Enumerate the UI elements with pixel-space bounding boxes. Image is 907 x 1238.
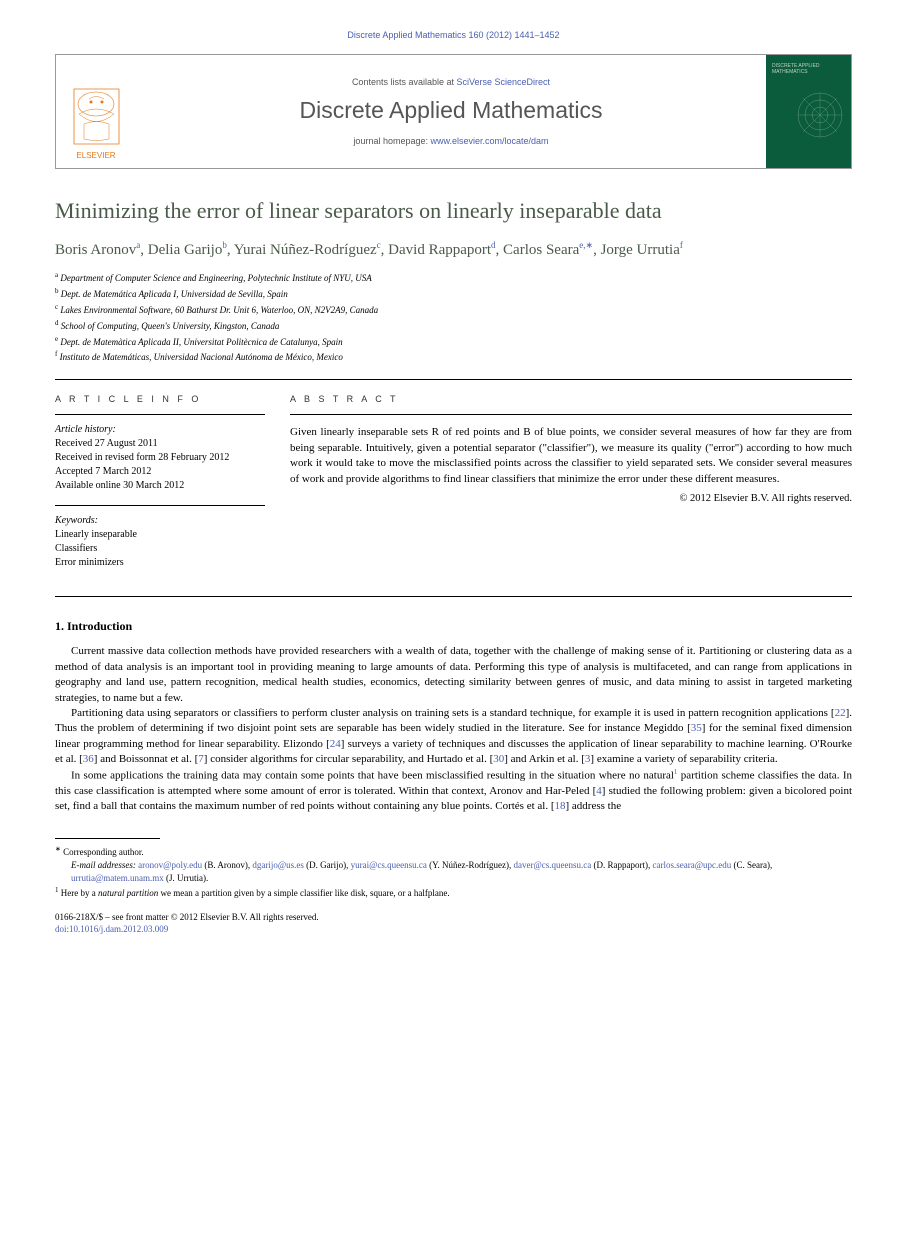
journal-cover: DISCRETE APPLIED MATHEMATICS [766,55,851,168]
ref-30[interactable]: 30 [493,753,504,765]
keyword-2: Error minimizers [55,557,124,568]
corr-marker: ∗ [55,845,61,853]
affiliation-d: d School of Computing, Queen's Universit… [55,318,852,334]
info-rule-1 [55,414,265,415]
para-3: In some applications the training data m… [55,768,852,815]
email-label: E-mail addresses: [71,860,136,870]
author-3[interactable]: David Rappaport [388,242,491,258]
footnotes: ∗ Corresponding author. E-mail addresses… [55,844,852,900]
affiliation-a: a Department of Computer Science and Eng… [55,270,852,286]
info-rule-2 [55,505,265,506]
keyword-1: Classifiers [55,543,97,554]
author-5[interactable]: Jorge Urrutia [601,242,680,258]
author-1-sup[interactable]: b [222,240,227,250]
ref-24[interactable]: 24 [330,738,341,750]
keywords-block: Keywords: Linearly inseparable Classifie… [55,514,270,570]
email-3[interactable]: daver@cs.queensu.ca [513,860,591,870]
ref-36[interactable]: 36 [83,753,94,765]
author-2-sup[interactable]: c [377,240,381,250]
journal-name: Discrete Applied Mathematics [300,97,603,124]
elsevier-logo-icon [69,84,124,149]
rule-bottom [55,596,852,597]
authors-line: Boris Aronova, Delia Garijob, Yurai Núñe… [55,239,852,260]
author-5-sup[interactable]: f [680,240,683,250]
keyword-0: Linearly inseparable [55,529,137,540]
abstract-rule [290,414,852,415]
header-citation: Discrete Applied Mathematics 160 (2012) … [55,30,852,40]
author-4[interactable]: Carlos Seara [503,242,579,258]
doi-line: doi:10.1016/j.dam.2012.03.009 [55,923,852,936]
cover-graphic-icon [795,90,845,140]
contents-line: Contents lists available at SciVerse Sci… [352,77,550,87]
cover-title: DISCRETE APPLIED MATHEMATICS [772,63,845,75]
affiliation-b: b Dept. de Matemática Aplicada I, Univer… [55,286,852,302]
author-1[interactable]: Delia Garijo [148,242,223,258]
ref-22[interactable]: 22 [835,707,846,719]
doi-prefix[interactable]: doi: [55,924,69,934]
affiliation-f: f Instituto de Matemáticas, Universidad … [55,349,852,365]
history-3: Available online 30 March 2012 [55,480,184,491]
article-history: Article history: Received 27 August 2011… [55,423,270,493]
email-5[interactable]: urrutia@matem.unam.mx [71,873,164,883]
affiliations: a Department of Computer Science and Eng… [55,270,852,366]
email-0[interactable]: aronov@poly.edu [138,860,202,870]
abstract-text: Given linearly inseparable sets R of red… [290,425,852,487]
bottom-block: 0166-218X/$ – see front matter © 2012 El… [55,911,852,936]
corresponding-author-note: ∗ Corresponding author. [55,844,852,859]
affiliation-c: c Lakes Environmental Software, 60 Bathu… [55,302,852,318]
email-4[interactable]: carlos.seara@upc.edu [652,860,731,870]
author-0-sup[interactable]: a [136,240,140,250]
ref-18[interactable]: 18 [555,800,566,812]
corr-text: Corresponding author. [63,847,144,857]
sciencedirect-link[interactable]: SciVerse ScienceDirect [457,77,551,87]
abstract-col: A B S T R A C T Given linearly inseparab… [290,380,852,582]
info-abstract-row: A R T I C L E I N F O Article history: R… [55,380,852,582]
affiliation-e: e Dept. de Matemàtica Aplicada II, Unive… [55,334,852,350]
para-2: Partitioning data using separators or cl… [55,706,852,768]
author-4-sup[interactable]: e,∗ [579,240,593,250]
article-title: Minimizing the error of linear separator… [55,197,852,225]
doi-link[interactable]: 10.1016/j.dam.2012.03.009 [69,924,168,934]
body-section: 1. Introduction Current massive data col… [55,619,852,814]
ref-35[interactable]: 35 [691,722,702,734]
journal-banner: ELSEVIER Contents lists available at Sci… [55,54,852,169]
publisher-block: ELSEVIER [56,55,136,168]
banner-center: Contents lists available at SciVerse Sci… [136,55,766,168]
footnote-1: 1 Here by a natural partition we mean a … [55,885,852,900]
para-1: Current massive data collection methods … [55,644,852,706]
header-citation-link[interactable]: Discrete Applied Mathematics 160 (2012) … [347,30,559,40]
homepage-prefix: journal homepage: [353,136,430,146]
author-3-sup[interactable]: d [491,240,496,250]
publisher-name: ELSEVIER [76,151,115,160]
history-2: Accepted 7 March 2012 [55,466,151,477]
abstract-label: A B S T R A C T [290,394,852,404]
homepage-line: journal homepage: www.elsevier.com/locat… [353,136,548,146]
history-1: Received in revised form 28 February 201… [55,452,229,463]
author-0[interactable]: Boris Aronov [55,242,136,258]
email-addresses: E-mail addresses: aronov@poly.edu (B. Ar… [55,859,852,885]
author-2[interactable]: Yurai Núñez-Rodríguez [234,242,377,258]
homepage-link[interactable]: www.elsevier.com/locate/dam [431,136,549,146]
keywords-label: Keywords: [55,515,98,526]
abstract-copyright: © 2012 Elsevier B.V. All rights reserved… [290,493,852,504]
email-1[interactable]: dgarijo@us.es [252,860,304,870]
history-0: Received 27 August 2011 [55,438,158,449]
history-label: Article history: [55,424,116,435]
contents-prefix: Contents lists available at [352,77,457,87]
article-info-col: A R T I C L E I N F O Article history: R… [55,380,290,582]
article-info-label: A R T I C L E I N F O [55,394,270,404]
footnote-separator [55,838,160,839]
email-2[interactable]: yurai@cs.queensu.ca [351,860,427,870]
issn-line: 0166-218X/$ – see front matter © 2012 El… [55,911,852,924]
section-heading-1: 1. Introduction [55,619,852,634]
